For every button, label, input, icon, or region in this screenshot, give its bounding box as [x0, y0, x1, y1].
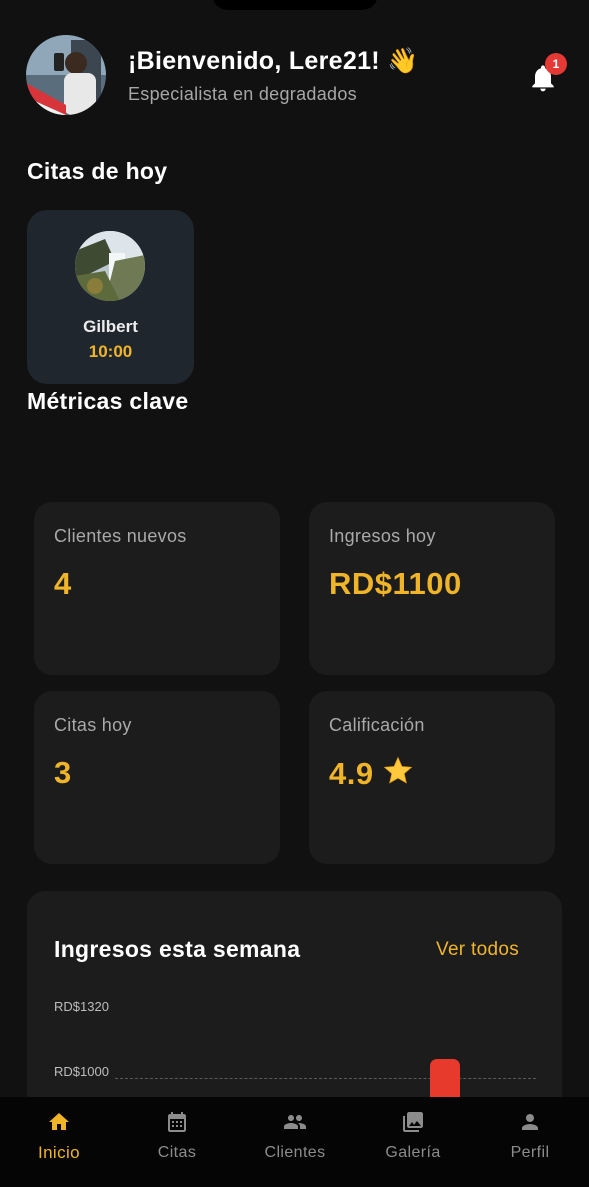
today-appointments-title: Citas de hoy: [27, 158, 168, 184]
rating-value: 4.9: [329, 756, 374, 791]
metric-income-today: Ingresos hoy RD$1100: [309, 502, 555, 675]
nav-item-clientes[interactable]: Clientes: [236, 1097, 354, 1187]
specialty-subtitle: Especialista en degradados: [128, 84, 357, 104]
header: ¡Bienvenido, Lere21! 👋 Especialista en d…: [26, 33, 567, 117]
metric-value: 3: [54, 755, 72, 790]
grid-line: [115, 1078, 536, 1079]
metric-label: Ingresos hoy: [329, 526, 436, 546]
metric-value: 4: [54, 566, 72, 601]
nav-item-citas[interactable]: Citas: [118, 1097, 236, 1187]
nav-label: Citas: [157, 1144, 197, 1161]
metric-value-row: 4.9: [329, 755, 414, 792]
star-icon: [383, 756, 412, 784]
nav-label: Inicio: [37, 1143, 81, 1162]
greeting-text: ¡Bienvenido, Lere21! 👋: [128, 47, 419, 75]
metric-appointments-today: Citas hoy 3: [34, 691, 280, 864]
appointment-card[interactable]: Gilbert 10:00: [27, 210, 194, 384]
see-all-link[interactable]: Ver todos: [436, 939, 519, 961]
key-metrics-title: Métricas clave: [27, 388, 189, 414]
metric-label: Calificación: [329, 715, 425, 735]
weekly-income-title: Ingresos esta semana: [54, 936, 301, 962]
metric-value: RD$1100: [329, 566, 462, 601]
bottom-navigation: Inicio Citas Clientes Galería Perfil: [0, 1097, 589, 1187]
nav-item-inicio[interactable]: Inicio: [0, 1097, 118, 1187]
metric-label: Citas hoy: [54, 715, 132, 735]
metric-label: Clientes nuevos: [54, 526, 187, 546]
notification-badge: 1: [545, 53, 567, 75]
calendar-icon: [168, 1112, 186, 1132]
person-icon: [522, 1114, 538, 1130]
y-axis-label: RD$1320: [54, 999, 109, 1014]
nav-item-perfil[interactable]: Perfil: [471, 1097, 589, 1187]
metric-new-clients: Clientes nuevos 4: [34, 502, 280, 675]
appointment-client-name: Gilbert: [83, 317, 138, 336]
nav-item-galeria[interactable]: Galería: [354, 1097, 472, 1187]
gallery-icon: [403, 1112, 423, 1132]
device-notch: [212, 0, 378, 10]
home-icon: [49, 1113, 69, 1130]
client-photo: [75, 231, 145, 301]
metric-rating: Calificación 4.9: [309, 691, 555, 864]
y-axis-label: RD$1000: [54, 1064, 109, 1079]
nav-label: Perfil: [510, 1144, 550, 1161]
appointment-time: 10:00: [88, 342, 133, 361]
people-icon: [284, 1115, 306, 1129]
avatar[interactable]: [26, 35, 106, 115]
notifications-button[interactable]: 1: [527, 53, 567, 95]
nav-label: Galería: [385, 1144, 441, 1161]
nav-label: Clientes: [264, 1144, 326, 1161]
